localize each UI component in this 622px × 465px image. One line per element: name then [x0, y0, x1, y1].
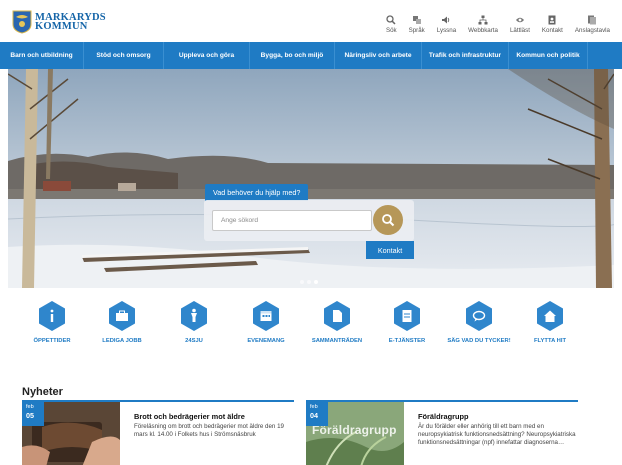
news-date-day: 04 [310, 411, 318, 420]
info-icon [39, 301, 65, 331]
calendar-icon [253, 301, 279, 331]
news-date-badge: feb 05 [22, 402, 44, 426]
quick-link-oppettider[interactable]: ÖPPETTIDER [17, 300, 87, 344]
tool-easy-read[interactable]: Lättläst [504, 15, 536, 34]
quick-link-label: SAMMANTRÄDEN [311, 338, 363, 344]
quick-link-flytta-hit[interactable]: FLYTTA HIT [515, 300, 585, 344]
search-input[interactable] [212, 210, 372, 231]
home-icon [537, 301, 563, 331]
search-panel [204, 200, 414, 241]
news-image-wallet: feb 05 [22, 402, 120, 465]
slide-dot-3[interactable] [314, 280, 318, 284]
nav-item-trafik-och-infrastruktur[interactable]: Trafik och infrastruktur [422, 42, 509, 69]
quick-link-label: SÄG VAD DU TYCKER! [447, 338, 511, 344]
main-nav: Barn och utbildning Stöd och omsorg Uppl… [0, 42, 622, 69]
news-title-link[interactable]: Brott och bedrägerier mot äldre [134, 412, 294, 421]
contact-icon [548, 15, 556, 25]
nav-item-naringsliv-och-arbete[interactable]: Näringsliv och arbete [335, 42, 422, 69]
quick-link-label: ÖPPETTIDER [33, 338, 71, 344]
person-icon [181, 301, 207, 331]
tool-contact[interactable]: Kontakt [536, 15, 569, 34]
tool-label: Sök [385, 27, 397, 34]
news-card-2[interactable]: Föräldragrupp feb 04 Föräldragrupp Är du… [306, 400, 578, 465]
briefcase-icon [109, 301, 135, 331]
quick-link-sammantraden[interactable]: SAMMANTRÄDEN [302, 300, 372, 344]
speaker-icon [442, 16, 450, 24]
easy-read-icon [515, 17, 524, 23]
header-tools: Sök Språk Lyssna Webbkarta Lättläst Kont… [380, 15, 616, 34]
tool-listen[interactable]: Lyssna [431, 15, 462, 34]
slide-indicators [300, 280, 321, 284]
tool-language[interactable]: Språk [403, 15, 431, 34]
site-logo[interactable]: MARKARYDS KOMMUN [12, 10, 106, 34]
quick-link-label: 24SJU [185, 338, 203, 344]
site-header: MARKARYDS KOMMUN Sök Språk Lyssna Webbka… [0, 0, 622, 42]
news-description: Föreläsning om brott och bedrägerier mot… [134, 423, 284, 438]
form-icon [394, 301, 420, 331]
news-date-badge: feb 04 [306, 402, 328, 426]
quick-link-label: E-TJÄNSTER [388, 338, 426, 344]
chat-icon [466, 301, 492, 331]
slide-dot-1[interactable] [300, 280, 304, 284]
tool-label: Anslagstavla [574, 27, 610, 34]
quick-links: ÖPPETTIDER LEDIGA JOBB 24SJU EVENEMANG S… [0, 300, 622, 350]
nav-item-kommun-och-politik[interactable]: Kommun och politik [509, 42, 588, 69]
quick-link-lediga-jobb[interactable]: LEDIGA JOBB [87, 300, 157, 344]
nav-item-bygga-bo-och-miljo[interactable]: Bygga, bo och miljö [250, 42, 335, 69]
brand-line-2: KOMMUN [35, 21, 88, 32]
quick-link-e-tjanster[interactable]: E-TJÄNSTER [372, 300, 442, 344]
nav-item-stod-och-omsorg[interactable]: Stöd och omsorg [84, 42, 164, 69]
quick-link-label: LEDIGA JOBB [102, 338, 142, 344]
news-card-text: Brott och bedrägerier mot äldre Föreläsn… [134, 412, 294, 439]
quick-link-evenemang[interactable]: EVENEMANG [231, 300, 301, 344]
news-image-foraldragrupp: Föräldragrupp feb 04 [306, 402, 404, 465]
tool-label: Språk [408, 27, 425, 34]
quick-link-24sju[interactable]: 24SJU [159, 300, 229, 344]
search-heading: Vad behöver du hjälp med? [205, 184, 309, 201]
quick-link-label: FLYTTA HIT [534, 338, 566, 344]
tool-sitemap[interactable]: Webbkarta [462, 15, 504, 34]
hero-banner: Vad behöver du hjälp med? Kontakt [8, 69, 614, 288]
news-date-day: 05 [26, 411, 34, 420]
tool-label: Lyssna [436, 27, 457, 34]
search-button[interactable] [373, 205, 403, 235]
sitemap-icon [478, 15, 488, 25]
tool-label: Webbkarta [468, 27, 498, 34]
tool-label: Lättläst [509, 27, 530, 34]
coat-of-arms-icon [12, 10, 32, 34]
contact-button[interactable]: Kontakt [366, 241, 414, 259]
news-date-month: feb [26, 404, 34, 410]
language-icon [412, 16, 421, 24]
tool-label: Kontakt [541, 27, 563, 34]
quick-link-label: EVENEMANG [247, 338, 285, 344]
nav-filler [588, 42, 622, 69]
news-description: Är du förälder eller anhörig till ett ba… [418, 423, 576, 446]
news-title-link[interactable]: Föräldragrupp [418, 412, 578, 421]
notice-board-icon [588, 15, 597, 25]
nav-item-uppleva-och-gora[interactable]: Uppleva och göra [164, 42, 250, 69]
document-icon [324, 301, 350, 331]
news-card-text: Föräldragrupp Är du förälder eller anhör… [418, 412, 578, 447]
search-icon [382, 214, 395, 227]
tool-notice-board[interactable]: Anslagstavla [569, 15, 616, 34]
news-date-month: feb [310, 404, 318, 410]
tool-search[interactable]: Sök [380, 15, 403, 34]
news-card-1[interactable]: feb 05 Brott och bedrägerier mot äldre F… [22, 400, 294, 465]
slide-dot-2[interactable] [307, 280, 311, 284]
nav-item-barn-och-utbildning[interactable]: Barn och utbildning [0, 42, 84, 69]
hero-winter-lake-image [8, 69, 614, 288]
search-icon [386, 15, 396, 25]
quick-link-sag-vad-du-tycker[interactable]: SÄG VAD DU TYCKER! [444, 300, 514, 344]
news-heading: Nyheter [22, 386, 63, 398]
